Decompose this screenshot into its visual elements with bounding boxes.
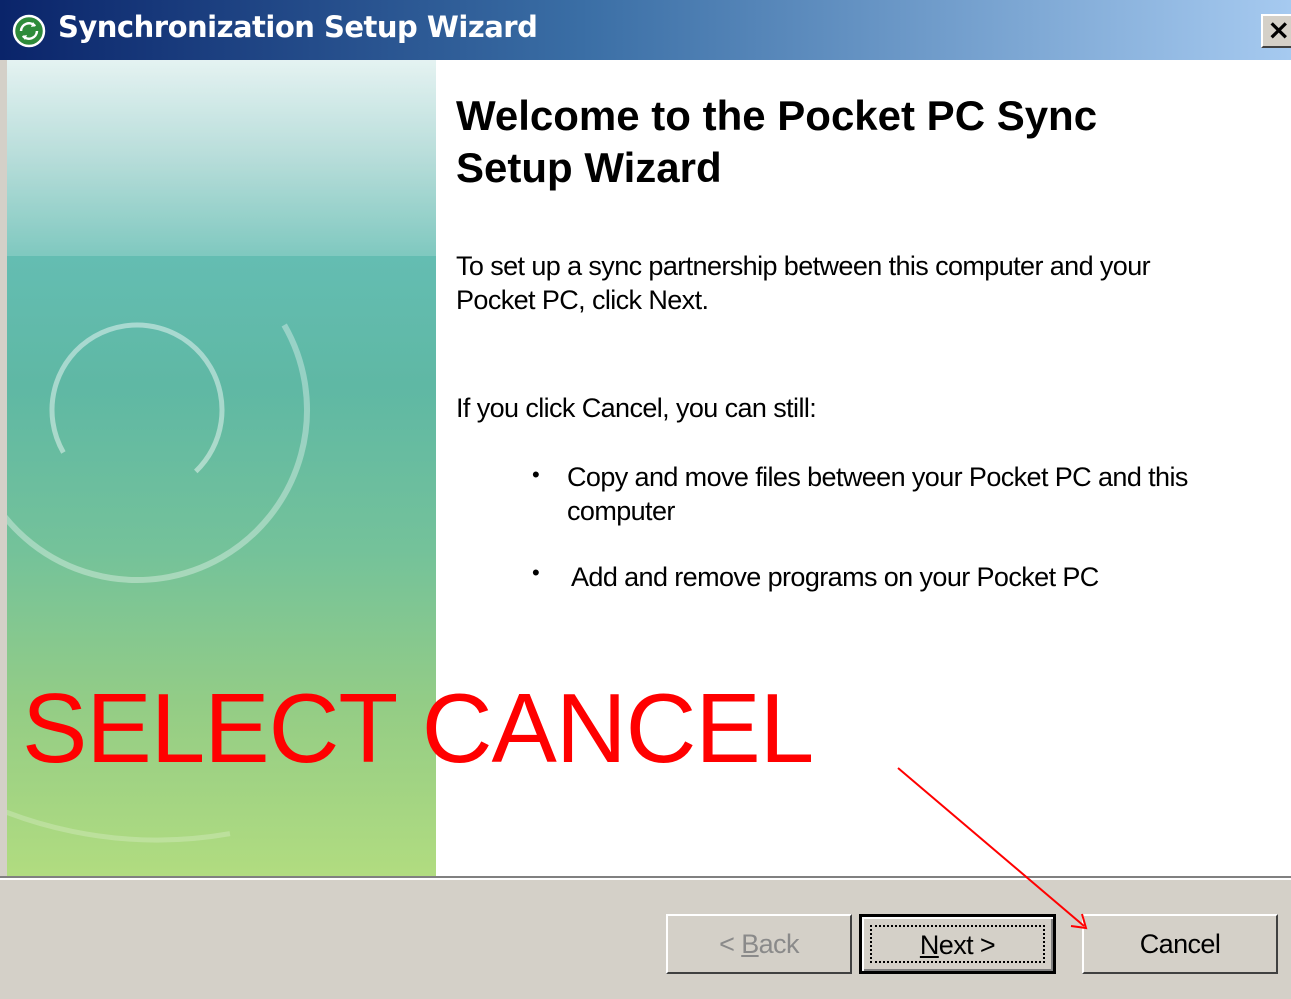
bullet-icon: • bbox=[532, 560, 540, 585]
cancel-info-paragraph: If you click Cancel, you can still: bbox=[456, 393, 817, 423]
cancel-button-label: Cancel bbox=[1139, 929, 1221, 959]
next-button-label: Next > bbox=[919, 930, 996, 960]
intro-paragraph: To set up a sync partnership between thi… bbox=[456, 251, 1151, 315]
title-bar[interactable]: Synchronization Setup Wizard × bbox=[0, 0, 1291, 60]
wizard-button-bar: < Back Next > Cancel bbox=[0, 876, 1291, 999]
annotation-text: SELECT CANCEL bbox=[22, 673, 814, 783]
next-button[interactable]: Next > bbox=[859, 914, 1056, 974]
sync-arrows-icon bbox=[12, 14, 46, 48]
list-item: Copy and move files between your Pocket … bbox=[567, 462, 1188, 526]
close-icon[interactable]: × bbox=[1267, 13, 1290, 46]
window-title: Synchronization Setup Wizard bbox=[58, 10, 538, 44]
close-button[interactable]: × bbox=[1261, 14, 1291, 48]
next-label-rest: ext > bbox=[938, 930, 996, 960]
back-button[interactable]: < Back bbox=[666, 914, 852, 974]
page-title: Welcome to the Pocket PC Sync Setup Wiza… bbox=[456, 92, 1098, 191]
next-mnemonic: N bbox=[919, 930, 940, 960]
bullet-icon: • bbox=[532, 462, 540, 487]
back-prefix: < bbox=[719, 929, 742, 959]
back-label-rest: ack bbox=[758, 929, 800, 959]
sync-setup-wizard-window: Synchronization Setup Wizard × Welcome t… bbox=[0, 0, 1291, 999]
back-mnemonic: B bbox=[741, 929, 759, 959]
back-button-label: < Back bbox=[719, 929, 799, 959]
list-item: Add and remove programs on your Pocket P… bbox=[571, 562, 1099, 592]
cancel-button[interactable]: Cancel bbox=[1082, 914, 1278, 974]
